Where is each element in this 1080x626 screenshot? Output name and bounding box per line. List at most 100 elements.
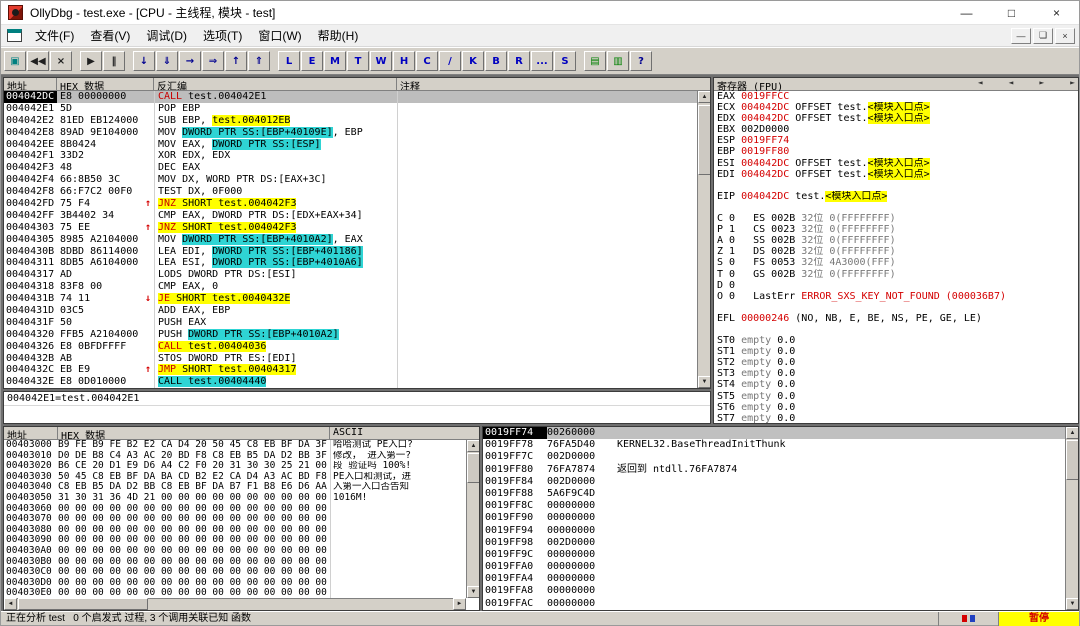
stack-row[interactable]: 0019FF8076FA7874返回到 ntdll.76FA7874: [483, 464, 1065, 476]
disasm-row[interactable]: 004042E889AD 9E104000MOV DWORD PTR SS:[E…: [4, 127, 697, 139]
patches-button[interactable]: /: [439, 51, 461, 71]
disasm-row[interactable]: 004042DCE8 00000000CALL test.004042E1: [4, 91, 697, 103]
disasm-row[interactable]: 0040430375 EE↑JNZ SHORT test.004042F3: [4, 222, 697, 234]
register-line[interactable]: EBX 002D0000: [717, 124, 1078, 135]
disasm-row[interactable]: 004043118DB5 A6104000LEA ESI, DWORD PTR …: [4, 257, 697, 269]
dump-hscroll-thumb[interactable]: [18, 598, 148, 610]
close-button[interactable]: ×: [50, 51, 72, 71]
disasm-row[interactable]: 004042F133D2XOR EDX, EDX: [4, 150, 697, 162]
dump-header-hex[interactable]: HEX 数据: [58, 427, 330, 439]
appearance-button[interactable]: ▥: [607, 51, 629, 71]
disasm-row[interactable]: 0040431D03C5ADD EAX, EBP: [4, 305, 697, 317]
help-button[interactable]: ?: [630, 51, 652, 71]
references-button[interactable]: R: [508, 51, 530, 71]
disasm-vertical-scrollbar[interactable]: ▲ ▼: [697, 91, 710, 388]
go-to-address-button[interactable]: ⇑: [248, 51, 270, 71]
breakpoints-button[interactable]: B: [485, 51, 507, 71]
stack-row[interactable]: 0019FF9C00000000: [483, 549, 1065, 561]
step-into-button[interactable]: ↓: [133, 51, 155, 71]
dump-scroll-up-icon[interactable]: ▲: [467, 440, 480, 452]
register-line[interactable]: A 0 SS 002B 32位 0(FFFFFFFF): [717, 235, 1078, 246]
disasm-scroll-thumb[interactable]: [698, 105, 711, 175]
register-line[interactable]: EAX 0019FFCC: [717, 91, 1078, 102]
log-window-button[interactable]: L: [278, 51, 300, 71]
register-line[interactable]: Z 1 DS 002B 32位 0(FFFFFFFF): [717, 246, 1078, 257]
disasm-row[interactable]: 0040432CEB E9↑JMP SHORT test.00404317: [4, 364, 697, 376]
register-line[interactable]: D 0: [717, 280, 1078, 291]
dump-vertical-scrollbar[interactable]: ▲ ▼: [466, 440, 479, 598]
stack-row[interactable]: 0019FFA400000000: [483, 573, 1065, 585]
dump-row[interactable]: 00403000B9 FE B9 FE B2 E2 CA D4 20 50 45…: [4, 440, 466, 451]
register-line[interactable]: [717, 324, 1078, 335]
register-line[interactable]: ESI 004042DC OFFSET test.<模块入口点>: [717, 158, 1078, 169]
step-over-button[interactable]: ⇓: [156, 51, 178, 71]
disasm-row[interactable]: 0040431F50PUSH EAX: [4, 317, 697, 329]
reg-nav-left2-icon[interactable]: ◄: [1009, 78, 1014, 90]
register-line[interactable]: [717, 202, 1078, 213]
scroll-down-icon[interactable]: ▼: [698, 376, 711, 388]
disasm-row[interactable]: 004042E281ED EB124000SUB EBP, test.00401…: [4, 115, 697, 127]
dump-row[interactable]: 00403010D0 DE B8 C4 A3 AC 20 BD F8 C8 EB…: [4, 451, 466, 462]
disasm-row[interactable]: 00404317ADLODS DWORD PTR DS:[ESI]: [4, 269, 697, 281]
disasm-row[interactable]: 004042F866:F7C2 00F0TEST DX, 0F000: [4, 186, 697, 198]
dump-row[interactable]: 004030D000 00 00 00 00 00 00 00 00 00 00…: [4, 578, 466, 589]
dump-horizontal-scrollbar[interactable]: ◄ ►: [4, 598, 466, 610]
dump-scroll-down-icon[interactable]: ▼: [467, 586, 480, 598]
menu-view[interactable]: 查看(V): [82, 25, 138, 46]
stack-vertical-scrollbar[interactable]: ▲ ▼: [1065, 427, 1078, 610]
dump-row[interactable]: 004030B000 00 00 00 00 00 00 00 00 00 00…: [4, 557, 466, 568]
pause-button[interactable]: ‖: [103, 51, 125, 71]
register-line[interactable]: EIP 004042DC test.<模块入口点>: [717, 191, 1078, 202]
reg-nav-right2-icon[interactable]: ►: [1070, 78, 1075, 90]
register-line[interactable]: ST0 empty 0.0: [717, 335, 1078, 346]
memory-map-button[interactable]: M: [324, 51, 346, 71]
open-file-button[interactable]: ▣: [4, 51, 26, 71]
threads-button[interactable]: T: [347, 51, 369, 71]
disasm-row[interactable]: 004042E15DPOP EBP: [4, 103, 697, 115]
animate-into-button[interactable]: →: [179, 51, 201, 71]
stack-scroll-up-icon[interactable]: ▲: [1066, 427, 1079, 439]
reg-nav-left-icon[interactable]: ◄: [978, 78, 983, 90]
disasm-row[interactable]: 0040431B74 11↓JE SHORT test.0040432E: [4, 293, 697, 305]
register-line[interactable]: S 0 FS 0053 32位 4A3000(FFF): [717, 257, 1078, 268]
dump-header-address[interactable]: 地址: [4, 427, 58, 439]
register-line[interactable]: O 0 LastErr ERROR_SXS_KEY_NOT_FOUND (000…: [717, 291, 1078, 302]
menu-help[interactable]: 帮助(H): [310, 25, 367, 46]
stack-scroll-down-icon[interactable]: ▼: [1066, 598, 1079, 610]
stack-row[interactable]: 0019FF7400260000: [483, 427, 1065, 439]
close-window-button[interactable]: ×: [1034, 1, 1079, 25]
disasm-row[interactable]: 0040432BABSTOS DWORD PTR ES:[EDI]: [4, 353, 697, 365]
menu-debug[interactable]: 调试(D): [138, 25, 195, 46]
disasm-row[interactable]: 004042F348DEC EAX: [4, 162, 697, 174]
stack-row[interactable]: 0019FF84002D0000: [483, 476, 1065, 488]
scroll-up-icon[interactable]: ▲: [698, 91, 711, 103]
register-line[interactable]: ECX 004042DC OFFSET test.<模块入口点>: [717, 102, 1078, 113]
dump-scroll-left-icon[interactable]: ◄: [4, 598, 17, 610]
stack-row[interactable]: 0019FF7876FA5D40KERNEL32.BaseThreadInitT…: [483, 439, 1065, 451]
register-line[interactable]: EDX 004042DC OFFSET test.<模块入口点>: [717, 113, 1078, 124]
dump-row[interactable]: 0040303050 45 C8 EB BF DA BA CD B2 E2 CA…: [4, 472, 466, 483]
stack-row[interactable]: 0019FF8C00000000: [483, 500, 1065, 512]
register-line[interactable]: ST3 empty 0.0: [717, 368, 1078, 379]
register-line[interactable]: C 0 ES 002B 32位 0(FFFFFFFF): [717, 213, 1078, 224]
register-line[interactable]: ST6 empty 0.0: [717, 402, 1078, 413]
header-address[interactable]: 地址: [4, 78, 57, 90]
windows-button[interactable]: W: [370, 51, 392, 71]
run-button[interactable]: ▶: [80, 51, 102, 71]
executable-modules-button[interactable]: E: [301, 51, 323, 71]
register-line[interactable]: EDI 004042DC OFFSET test.<模块入口点>: [717, 169, 1078, 180]
dump-row[interactable]: 0040307000 00 00 00 00 00 00 00 00 00 00…: [4, 514, 466, 525]
options-button[interactable]: ▤: [584, 51, 606, 71]
execute-till-return-button[interactable]: ↑: [225, 51, 247, 71]
header-disassembly[interactable]: 反汇编: [154, 78, 397, 90]
register-line[interactable]: ST4 empty 0.0: [717, 379, 1078, 390]
dump-scroll-right-icon[interactable]: ►: [453, 598, 466, 610]
stack-row[interactable]: 0019FF885A6F9C4D: [483, 488, 1065, 500]
register-line[interactable]: EFL 00000246 (NO, NB, E, BE, NS, PE, GE,…: [717, 313, 1078, 324]
run-trace-button[interactable]: ...: [531, 51, 553, 71]
stack-row[interactable]: 0019FFA800000000: [483, 585, 1065, 597]
register-line[interactable]: P 1 CS 0023 32位 0(FFFFFFFF): [717, 224, 1078, 235]
menu-window[interactable]: 窗口(W): [250, 25, 309, 46]
disasm-row[interactable]: 00404320FFB5 A2104000PUSH DWORD PTR SS:[…: [4, 329, 697, 341]
stack-row[interactable]: 0019FF9400000000: [483, 525, 1065, 537]
